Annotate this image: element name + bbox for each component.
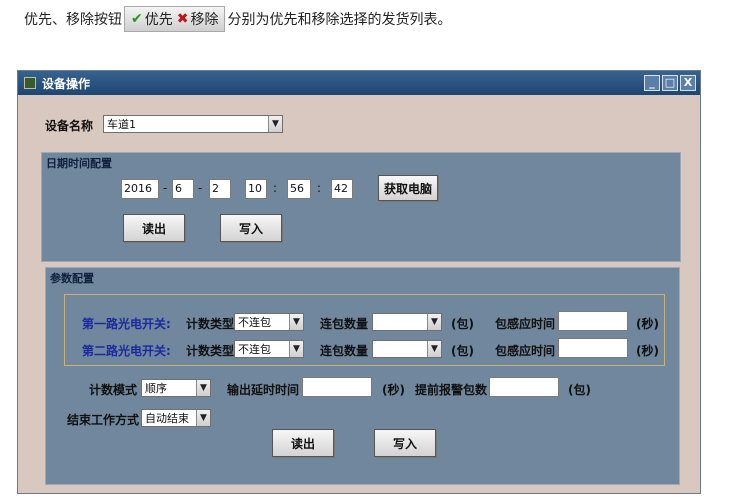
chevron-down-icon: ▼	[268, 116, 282, 132]
unit-sec-label: (秒)	[636, 317, 659, 331]
end-mode-label: 结束工作方式	[67, 413, 140, 427]
datetime-group-title: 日期时间配置	[46, 157, 112, 170]
remove-sample-label: 移除	[190, 12, 219, 28]
priority-sample-button: ✔ 优先 ✖ 移除	[124, 6, 226, 32]
chevron-down-icon: ▼	[427, 341, 441, 357]
intro-before: 优先、移除按钮	[24, 12, 122, 28]
chevron-down-icon: ▼	[289, 314, 303, 330]
intro-after: 分别为优先和移除选择的发货列表。	[227, 12, 452, 28]
bundle-count-label: 连包数量	[320, 317, 369, 331]
switch-1-bundle-count-select[interactable]: ▼	[372, 313, 442, 331]
window-title: 设备操作	[42, 76, 91, 91]
count-type-label: 计数类型	[186, 317, 235, 331]
hour-input[interactable]: 10	[245, 179, 267, 199]
unit-bao-label: (包)	[451, 317, 474, 331]
second-input[interactable]: 42	[331, 179, 353, 199]
params-group: 参数配置 第一路光电开关: 计数类型 不连包 ▼ 连包数量 ▼ (包) 包感应时…	[45, 267, 680, 485]
time-separator: :	[273, 181, 278, 195]
date-separator: -	[163, 181, 168, 195]
bundle-count-label: 连包数量	[320, 344, 369, 358]
year-input[interactable]: 2016	[121, 179, 159, 199]
minimize-button[interactable]: _	[644, 75, 660, 91]
count-mode-label: 计数模式	[89, 383, 138, 397]
cross-icon: ✖	[176, 11, 189, 27]
datetime-write-button[interactable]: 写入	[220, 214, 282, 242]
device-name-label: 设备名称	[45, 119, 94, 133]
switch-1-count-type-select[interactable]: 不连包 ▼	[234, 313, 304, 331]
unit-bao-label: (包)	[451, 344, 474, 358]
params-write-button[interactable]: 写入	[374, 429, 436, 457]
time-separator: :	[317, 181, 322, 195]
priority-sample-label: 优先	[144, 12, 173, 28]
device-operation-window: 设备操作 _ □ X 设备名称 车道1 ▼ 日期时间配置 2016 - 6 - …	[17, 70, 701, 494]
count-mode-value: 顺序	[145, 382, 167, 395]
datetime-read-button[interactable]: 读出	[123, 214, 185, 242]
delay-unit-label: (秒)	[382, 383, 405, 397]
switch-2-sense-time-input[interactable]	[558, 338, 628, 358]
date-separator: -	[198, 181, 203, 195]
params-group-title: 参数配置	[50, 272, 94, 285]
chevron-down-icon: ▼	[289, 341, 303, 357]
alarm-count-label: 提前报警包数	[415, 383, 488, 397]
month-input[interactable]: 6	[172, 179, 194, 199]
checkmark-icon: ✔	[131, 11, 143, 27]
count-mode-select[interactable]: 顺序 ▼	[141, 379, 211, 397]
output-delay-label: 输出延时时间	[227, 383, 300, 397]
intro-text: 优先、移除按钮 ✔ 优先 ✖ 移除 分别为优先和移除选择的发货列表。	[24, 4, 451, 34]
minute-input[interactable]: 56	[287, 179, 311, 199]
switch-2-bundle-count-select[interactable]: ▼	[372, 340, 442, 358]
unit-sec-label: (秒)	[636, 344, 659, 358]
switch-1-label: 第一路光电开关:	[82, 317, 171, 331]
alarm-count-input[interactable]	[489, 377, 559, 397]
switch-2-count-type-select[interactable]: 不连包 ▼	[234, 340, 304, 358]
app-icon	[24, 77, 36, 89]
get-pc-time-button[interactable]: 获取电脑	[378, 175, 438, 201]
params-read-button[interactable]: 读出	[272, 429, 334, 457]
chevron-down-icon: ▼	[196, 410, 210, 426]
close-button[interactable]: X	[680, 75, 696, 91]
day-input[interactable]: 2	[209, 179, 231, 199]
maximize-button[interactable]: □	[662, 75, 678, 91]
device-name-select[interactable]: 车道1 ▼	[103, 115, 283, 133]
switch-1-sense-time-input[interactable]	[558, 311, 628, 331]
switch-2-label: 第二路光电开关:	[82, 344, 171, 358]
device-name-value: 车道1	[107, 118, 136, 131]
end-mode-value: 自动结束	[145, 412, 189, 425]
count-type-label: 计数类型	[186, 344, 235, 358]
chevron-down-icon: ▼	[196, 380, 210, 396]
datetime-group: 日期时间配置 2016 - 6 - 2 10 : 56 : 42 获取电脑 读出…	[41, 152, 681, 262]
end-mode-select[interactable]: 自动结束 ▼	[141, 409, 211, 427]
sense-time-label: 包感应时间	[495, 317, 556, 331]
chevron-down-icon: ▼	[427, 314, 441, 330]
switch-2-count-type-value: 不连包	[238, 343, 271, 356]
output-delay-input[interactable]	[302, 377, 372, 397]
sense-time-label: 包感应时间	[495, 344, 556, 358]
alarm-unit-label: (包)	[568, 383, 591, 397]
window-titlebar[interactable]: 设备操作 _ □ X	[18, 71, 700, 95]
switch-1-count-type-value: 不连包	[238, 316, 271, 329]
